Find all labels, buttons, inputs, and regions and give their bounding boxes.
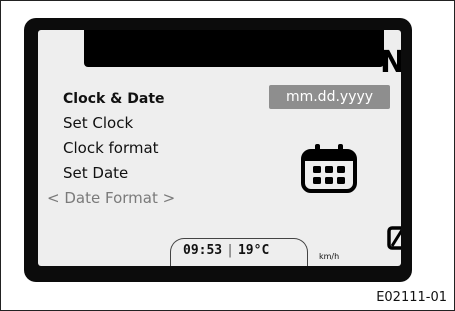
gear-indicator: N [380, 45, 401, 80]
left-arrow-icon: < [47, 189, 60, 207]
menu-item-date-format-label: Date Format [64, 189, 158, 207]
menu-item-set-date[interactable]: Set Date [63, 164, 128, 182]
calendar-icon [301, 144, 357, 193]
date-format-value: mm.dd.yyyy [269, 85, 390, 109]
instrument-cluster: N Clock & Date Set Clock Clock format Se… [24, 18, 412, 282]
figure-frame: N Clock & Date Set Clock Clock format Se… [0, 0, 455, 311]
menu-item-clock-format[interactable]: Clock format [63, 139, 159, 157]
figure-reference-code: E02111-01 [376, 290, 447, 305]
display-screen: N Clock & Date Set Clock Clock format Se… [38, 30, 401, 266]
ambient-temperature: 19°C [237, 243, 270, 258]
slashed-zero-icon [387, 226, 401, 250]
clock-time: 09:53 [183, 243, 223, 258]
right-arrow-icon: > [162, 189, 176, 207]
speed-unit: km/h [319, 252, 340, 261]
menu-item-date-format[interactable]: < Date Format > [47, 189, 175, 207]
top-status-bar [84, 30, 384, 67]
status-readout: 09:53 | 19°C [183, 243, 269, 258]
menu-item-set-clock[interactable]: Set Clock [63, 114, 133, 132]
menu-title: Clock & Date [63, 91, 165, 107]
status-separator: | [226, 243, 234, 258]
